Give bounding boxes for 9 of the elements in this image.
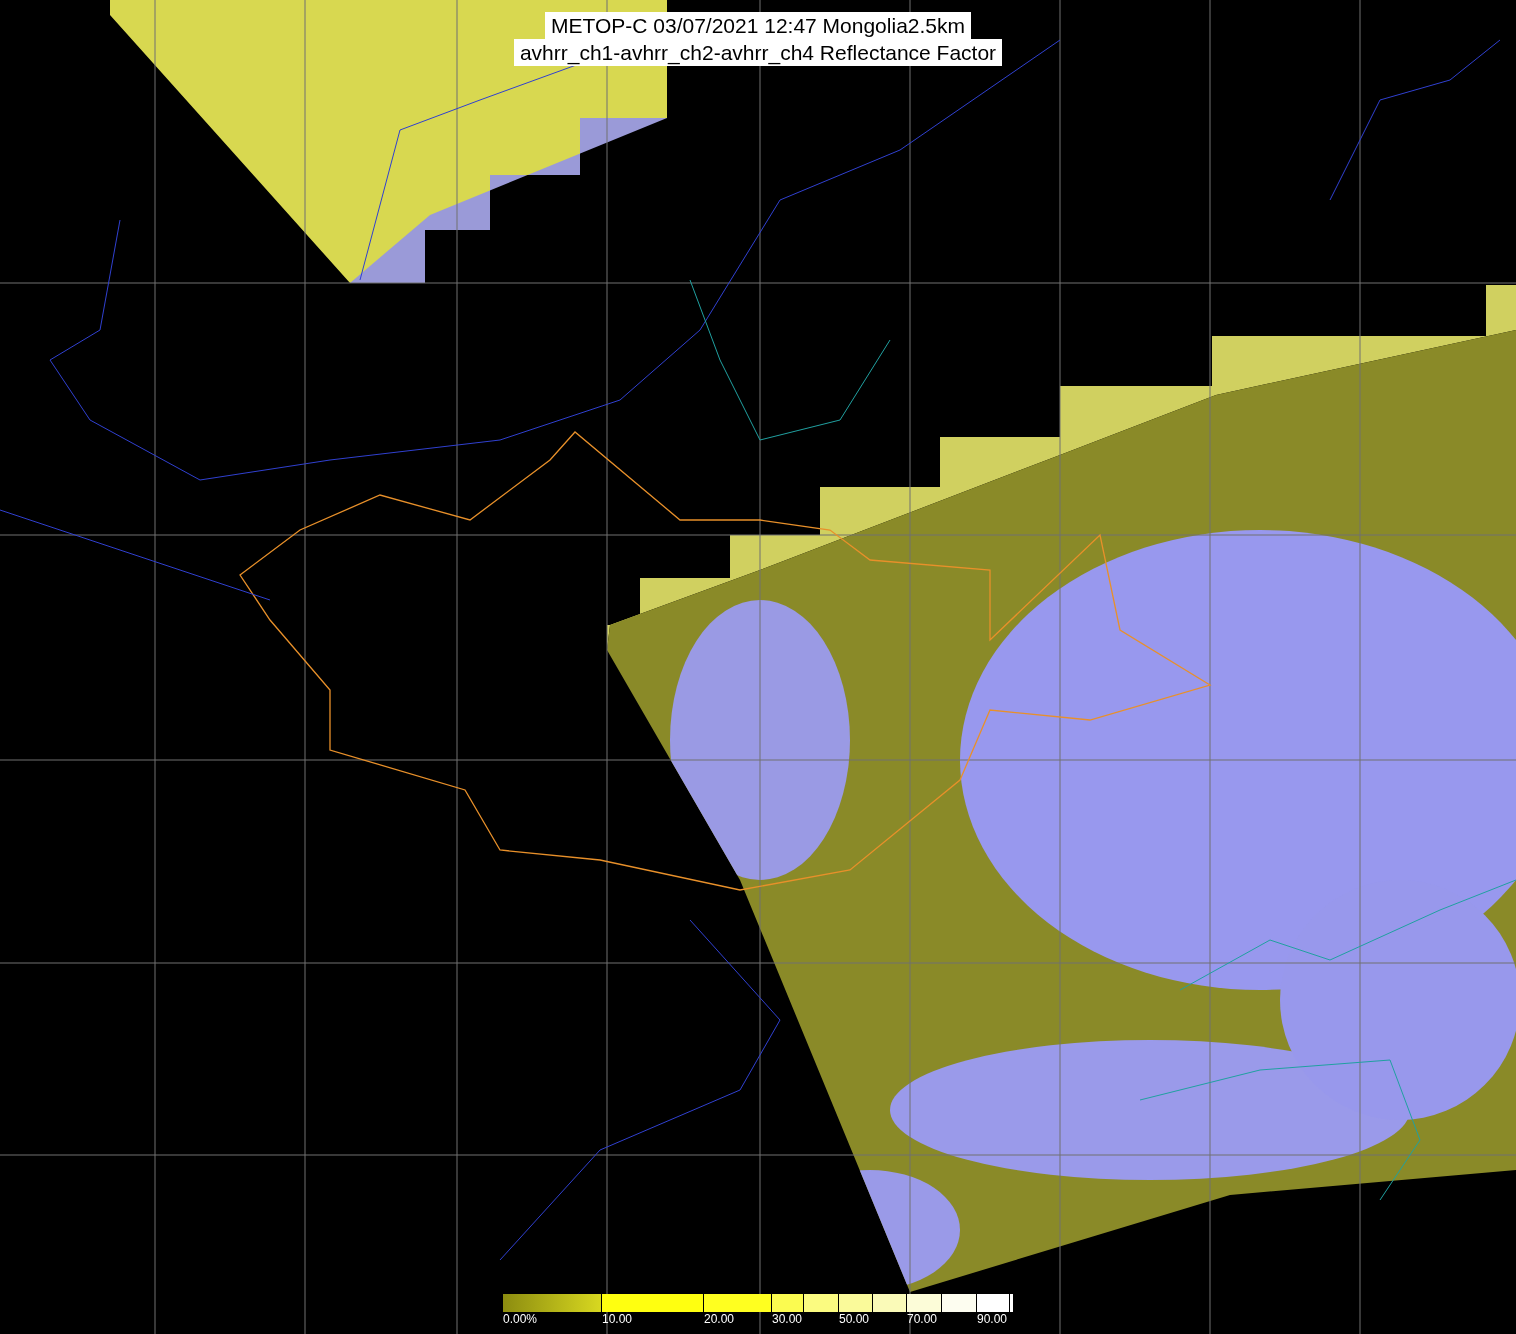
scale-label: 20.00 xyxy=(704,1312,735,1326)
scale-label: 50.00 xyxy=(839,1312,870,1326)
scale-label: 30.00 xyxy=(772,1312,803,1326)
map-title: METOP-C 03/07/2021 12:47 Mongolia2.5km xyxy=(545,12,971,39)
scale-label: 0.00% xyxy=(503,1312,538,1326)
map-title: avhrr_ch1-avhrr_ch2-avhrr_ch4 Reflectance Factor xyxy=(513,39,1003,66)
scale-label: 10.00 xyxy=(602,1312,633,1326)
scale-label: 90.00 xyxy=(977,1312,1008,1326)
scale-label: 70.00 xyxy=(907,1312,938,1326)
